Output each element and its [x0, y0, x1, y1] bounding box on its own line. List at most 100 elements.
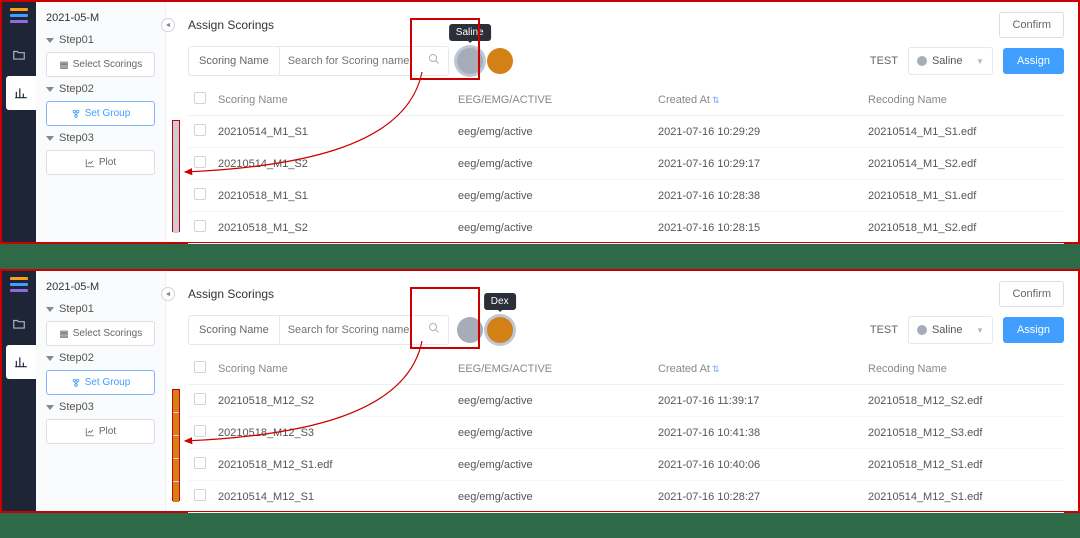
folder-icon	[12, 317, 26, 331]
cell-date: 2021-07-16 10:28:27	[652, 481, 862, 513]
list-icon	[59, 60, 69, 70]
group-icon	[71, 378, 81, 388]
table-row[interactable]: 20210514_M12_S1 eeg/emg/active 2021-07-1…	[188, 481, 1064, 513]
assign-button[interactable]: Assign	[1003, 317, 1064, 343]
search-icon[interactable]	[420, 321, 448, 339]
th-eeg[interactable]: EEG/EMG/ACTIVE	[452, 84, 652, 116]
th-name[interactable]: Scoring Name	[212, 353, 452, 385]
logo-icon	[10, 8, 28, 26]
cell-scoring-name: 20210514_M1_S2	[212, 148, 452, 180]
checkbox-icon[interactable]	[194, 457, 206, 469]
step02-header[interactable]: Step02	[46, 352, 155, 364]
cell-date: 2021-07-16 11:39:17	[652, 385, 862, 417]
cell-scoring-name: 20210518_M1_S2	[212, 212, 452, 244]
checkbox-icon[interactable]	[194, 156, 206, 168]
assign-button[interactable]: Assign	[1003, 48, 1064, 74]
search-icon[interactable]	[420, 52, 448, 70]
checkbox-icon[interactable]	[194, 124, 206, 136]
vertical-nav	[2, 271, 36, 511]
cell-scoring-name: 20210514_M12_S1	[212, 481, 452, 513]
table-row[interactable]: 20210518_M12_S2 eeg/emg/active 2021-07-1…	[188, 385, 1064, 417]
search-input[interactable]	[280, 55, 420, 67]
chart-icon	[14, 86, 28, 100]
group-tooltip: Dex	[484, 293, 516, 310]
table-row[interactable]: 20210514_M1_S1 eeg/emg/active 2021-07-16…	[188, 116, 1064, 148]
cell-date: 2021-07-16 10:28:15	[652, 212, 862, 244]
nav-chart[interactable]	[6, 345, 36, 379]
search-input[interactable]	[280, 324, 420, 336]
th-name[interactable]: Scoring Name	[212, 84, 452, 116]
folder-icon	[12, 48, 26, 62]
nav-folder[interactable]	[2, 307, 36, 341]
nav-chart[interactable]	[6, 76, 36, 110]
confirm-button[interactable]: Confirm	[999, 12, 1064, 38]
cell-eeg: eeg/emg/active	[452, 385, 652, 417]
set-group-button[interactable]: Set Group	[46, 370, 155, 395]
chevron-down-icon: ▼	[976, 326, 984, 335]
th-eeg[interactable]: EEG/EMG/ACTIVE	[452, 353, 652, 385]
cell-eeg: eeg/emg/active	[452, 148, 652, 180]
cell-recording: 20210518_M12_S3.edf	[862, 417, 1064, 449]
cell-scoring-name: 20210518_M12_S2	[212, 385, 452, 417]
checkbox-icon[interactable]	[194, 188, 206, 200]
plot-icon	[85, 427, 95, 437]
cell-scoring-name: 20210518_M12_S1.edf	[212, 449, 452, 481]
nav-folder[interactable]	[2, 38, 36, 72]
cell-eeg: eeg/emg/active	[452, 212, 652, 244]
step01-header[interactable]: Step01	[46, 34, 155, 46]
step02-header[interactable]: Step02	[46, 83, 155, 95]
select-scorings-button[interactable]: Select Scorings	[46, 52, 155, 77]
plot-icon	[85, 158, 95, 168]
checkbox-icon[interactable]	[194, 393, 206, 405]
step03-header[interactable]: Step03	[46, 401, 155, 413]
cell-date: 2021-07-16 10:40:06	[652, 449, 862, 481]
table-row[interactable]: 20210518_M12_S3 eeg/emg/active 2021-07-1…	[188, 417, 1064, 449]
group-tooltip: Saline	[449, 24, 491, 41]
dot-icon	[917, 325, 927, 335]
group-circle-orange[interactable]	[487, 48, 513, 74]
step01-header[interactable]: Step01	[46, 303, 155, 315]
group-circle-grey[interactable]	[457, 317, 483, 343]
search-box: Scoring Name	[188, 315, 449, 345]
plot-button[interactable]: Plot	[46, 419, 155, 444]
checkbox-icon[interactable]	[194, 425, 206, 437]
chevron-down-icon: ▼	[976, 57, 984, 66]
th-rec[interactable]: Recoding Name	[862, 353, 1064, 385]
group-circle-orange[interactable]	[487, 317, 513, 343]
panel: 2021-05-M Step01 Select Scorings Step02 …	[0, 0, 1080, 244]
test-label: TEST	[870, 55, 898, 67]
th-rec[interactable]: Recoding Name	[862, 84, 1064, 116]
cell-eeg: eeg/emg/active	[452, 116, 652, 148]
panel: 2021-05-M Step01 Select Scorings Step02 …	[0, 269, 1080, 513]
group-select[interactable]: Saline ▼	[908, 316, 993, 344]
scorings-table: Scoring Name EEG/EMG/ACTIVE Created At⇅ …	[188, 353, 1064, 513]
checkbox-icon[interactable]	[194, 220, 206, 232]
checkbox-icon[interactable]	[194, 489, 206, 501]
collapse-handle[interactable]: ◄	[161, 18, 175, 32]
logo-icon	[10, 277, 28, 295]
group-circle-grey[interactable]	[457, 48, 483, 74]
cell-scoring-name: 20210518_M1_S1	[212, 180, 452, 212]
th-date[interactable]: Created At⇅	[652, 84, 862, 116]
select-scorings-button[interactable]: Select Scorings	[46, 321, 155, 346]
step03-header[interactable]: Step03	[46, 132, 155, 144]
scorings-table: Scoring Name EEG/EMG/ACTIVE Created At⇅ …	[188, 84, 1064, 244]
sort-icon: ⇅	[712, 95, 720, 105]
collapse-handle[interactable]: ◄	[161, 287, 175, 301]
table-row[interactable]: 20210518_M1_S1 eeg/emg/active 2021-07-16…	[188, 180, 1064, 212]
cell-eeg: eeg/emg/active	[452, 417, 652, 449]
cell-eeg: eeg/emg/active	[452, 180, 652, 212]
sort-icon: ⇅	[712, 364, 720, 374]
confirm-button[interactable]: Confirm	[999, 281, 1064, 307]
select-all-checkbox[interactable]	[194, 92, 206, 104]
select-all-checkbox[interactable]	[194, 361, 206, 373]
table-row[interactable]: 20210518_M1_S2 eeg/emg/active 2021-07-16…	[188, 212, 1064, 244]
set-group-button[interactable]: Set Group	[46, 101, 155, 126]
group-select[interactable]: Saline ▼	[908, 47, 993, 75]
vertical-nav	[2, 2, 36, 242]
th-date[interactable]: Created At⇅	[652, 353, 862, 385]
cell-date: 2021-07-16 10:41:38	[652, 417, 862, 449]
plot-button[interactable]: Plot	[46, 150, 155, 175]
table-row[interactable]: 20210514_M1_S2 eeg/emg/active 2021-07-16…	[188, 148, 1064, 180]
table-row[interactable]: 20210518_M12_S1.edf eeg/emg/active 2021-…	[188, 449, 1064, 481]
